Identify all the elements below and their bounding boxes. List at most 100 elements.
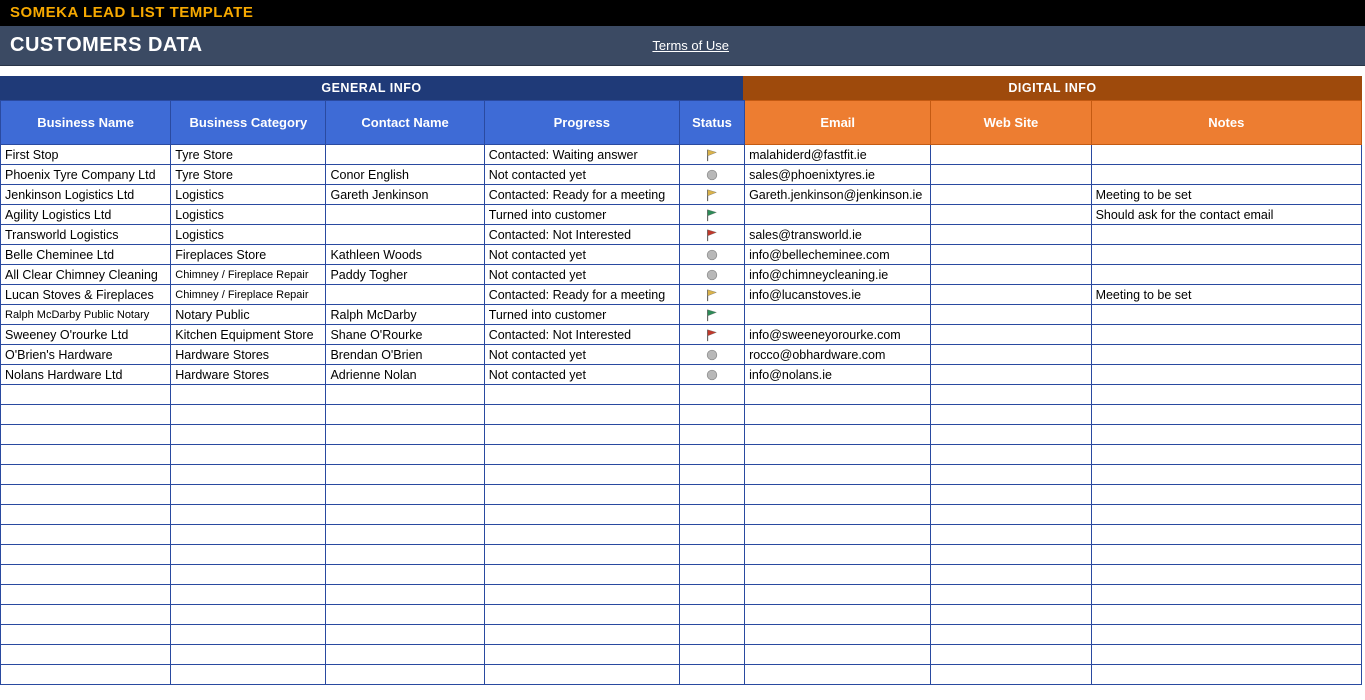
empty-cell[interactable]: [171, 565, 326, 585]
cell-progress[interactable]: Not contacted yet: [484, 245, 679, 265]
empty-cell[interactable]: [679, 485, 744, 505]
empty-cell[interactable]: [171, 545, 326, 565]
cell-contact-name[interactable]: [326, 145, 484, 165]
empty-cell[interactable]: [745, 505, 931, 525]
cell-contact-name[interactable]: Conor English: [326, 165, 484, 185]
empty-cell[interactable]: [1, 485, 171, 505]
cell-contact-name[interactable]: Adrienne Nolan: [326, 365, 484, 385]
cell-business-category[interactable]: Kitchen Equipment Store: [171, 325, 326, 345]
cell-email[interactable]: Gareth.jenkinson@jenkinson.ie: [745, 185, 931, 205]
cell-notes[interactable]: Meeting to be set: [1091, 185, 1361, 205]
cell-progress[interactable]: Not contacted yet: [484, 165, 679, 185]
cell-website[interactable]: [931, 285, 1091, 305]
cell-business-name[interactable]: Sweeney O'rourke Ltd: [1, 325, 171, 345]
empty-cell[interactable]: [1, 445, 171, 465]
empty-cell[interactable]: [484, 465, 679, 485]
empty-cell[interactable]: [1091, 625, 1361, 645]
empty-cell[interactable]: [745, 385, 931, 405]
cell-contact-name[interactable]: Ralph McDarby: [326, 305, 484, 325]
table-row[interactable]: [1, 485, 1362, 505]
empty-cell[interactable]: [171, 585, 326, 605]
empty-cell[interactable]: [679, 585, 744, 605]
col-progress[interactable]: Progress: [484, 101, 679, 145]
cell-progress[interactable]: Not contacted yet: [484, 365, 679, 385]
empty-cell[interactable]: [1091, 505, 1361, 525]
empty-cell[interactable]: [679, 665, 744, 685]
cell-website[interactable]: [931, 185, 1091, 205]
cell-email[interactable]: sales@transworld.ie: [745, 225, 931, 245]
cell-email[interactable]: malahiderd@fastfit.ie: [745, 145, 931, 165]
table-row[interactable]: Transworld LogisticsLogisticsContacted: …: [1, 225, 1362, 245]
empty-cell[interactable]: [745, 605, 931, 625]
cell-contact-name[interactable]: [326, 285, 484, 305]
cell-business-category[interactable]: Fireplaces Store: [171, 245, 326, 265]
empty-cell[interactable]: [484, 625, 679, 645]
empty-cell[interactable]: [484, 565, 679, 585]
cell-status[interactable]: [679, 205, 744, 225]
cell-business-name[interactable]: Agility Logistics Ltd: [1, 205, 171, 225]
cell-business-name[interactable]: First Stop: [1, 145, 171, 165]
cell-progress[interactable]: Not contacted yet: [484, 265, 679, 285]
empty-cell[interactable]: [931, 565, 1091, 585]
table-row[interactable]: Sweeney O'rourke LtdKitchen Equipment St…: [1, 325, 1362, 345]
empty-cell[interactable]: [1091, 405, 1361, 425]
empty-cell[interactable]: [931, 645, 1091, 665]
cell-website[interactable]: [931, 145, 1091, 165]
empty-cell[interactable]: [931, 445, 1091, 465]
cell-business-category[interactable]: Logistics: [171, 205, 326, 225]
cell-business-name[interactable]: Jenkinson Logistics Ltd: [1, 185, 171, 205]
empty-cell[interactable]: [1, 385, 171, 405]
empty-cell[interactable]: [745, 405, 931, 425]
table-row[interactable]: [1, 445, 1362, 465]
cell-status[interactable]: [679, 185, 744, 205]
empty-cell[interactable]: [1, 505, 171, 525]
empty-cell[interactable]: [326, 405, 484, 425]
col-notes[interactable]: Notes: [1091, 101, 1361, 145]
empty-cell[interactable]: [484, 445, 679, 465]
empty-cell[interactable]: [171, 665, 326, 685]
cell-status[interactable]: [679, 325, 744, 345]
empty-cell[interactable]: [484, 425, 679, 445]
cell-business-name[interactable]: Belle Cheminee Ltd: [1, 245, 171, 265]
cell-business-category[interactable]: Tyre Store: [171, 165, 326, 185]
empty-cell[interactable]: [1, 605, 171, 625]
table-row[interactable]: [1, 625, 1362, 645]
empty-cell[interactable]: [1091, 485, 1361, 505]
cell-notes[interactable]: [1091, 265, 1361, 285]
empty-cell[interactable]: [679, 445, 744, 465]
cell-status[interactable]: [679, 345, 744, 365]
empty-cell[interactable]: [1091, 645, 1361, 665]
empty-cell[interactable]: [484, 665, 679, 685]
cell-progress[interactable]: Contacted: Ready for a meeting: [484, 285, 679, 305]
cell-contact-name[interactable]: Shane O'Rourke: [326, 325, 484, 345]
cell-email[interactable]: [745, 305, 931, 325]
empty-cell[interactable]: [326, 585, 484, 605]
empty-cell[interactable]: [1091, 385, 1361, 405]
empty-cell[interactable]: [326, 525, 484, 545]
terms-of-use-link[interactable]: Terms of Use: [652, 38, 729, 53]
empty-cell[interactable]: [484, 605, 679, 625]
cell-notes[interactable]: Should ask for the contact email: [1091, 205, 1361, 225]
cell-progress[interactable]: Contacted: Ready for a meeting: [484, 185, 679, 205]
empty-cell[interactable]: [679, 625, 744, 645]
empty-cell[interactable]: [171, 405, 326, 425]
empty-cell[interactable]: [745, 425, 931, 445]
empty-cell[interactable]: [745, 625, 931, 645]
cell-website[interactable]: [931, 265, 1091, 285]
table-row[interactable]: Lucan Stoves & FireplacesChimney / Firep…: [1, 285, 1362, 305]
empty-cell[interactable]: [484, 505, 679, 525]
empty-cell[interactable]: [931, 485, 1091, 505]
empty-cell[interactable]: [679, 605, 744, 625]
empty-cell[interactable]: [1091, 465, 1361, 485]
empty-cell[interactable]: [745, 545, 931, 565]
table-row[interactable]: Belle Cheminee LtdFireplaces StoreKathle…: [1, 245, 1362, 265]
cell-notes[interactable]: Meeting to be set: [1091, 285, 1361, 305]
empty-cell[interactable]: [931, 465, 1091, 485]
cell-notes[interactable]: [1091, 165, 1361, 185]
cell-progress[interactable]: Contacted: Not Interested: [484, 325, 679, 345]
cell-contact-name[interactable]: [326, 225, 484, 245]
empty-cell[interactable]: [326, 565, 484, 585]
empty-cell[interactable]: [484, 405, 679, 425]
empty-cell[interactable]: [484, 585, 679, 605]
cell-website[interactable]: [931, 225, 1091, 245]
